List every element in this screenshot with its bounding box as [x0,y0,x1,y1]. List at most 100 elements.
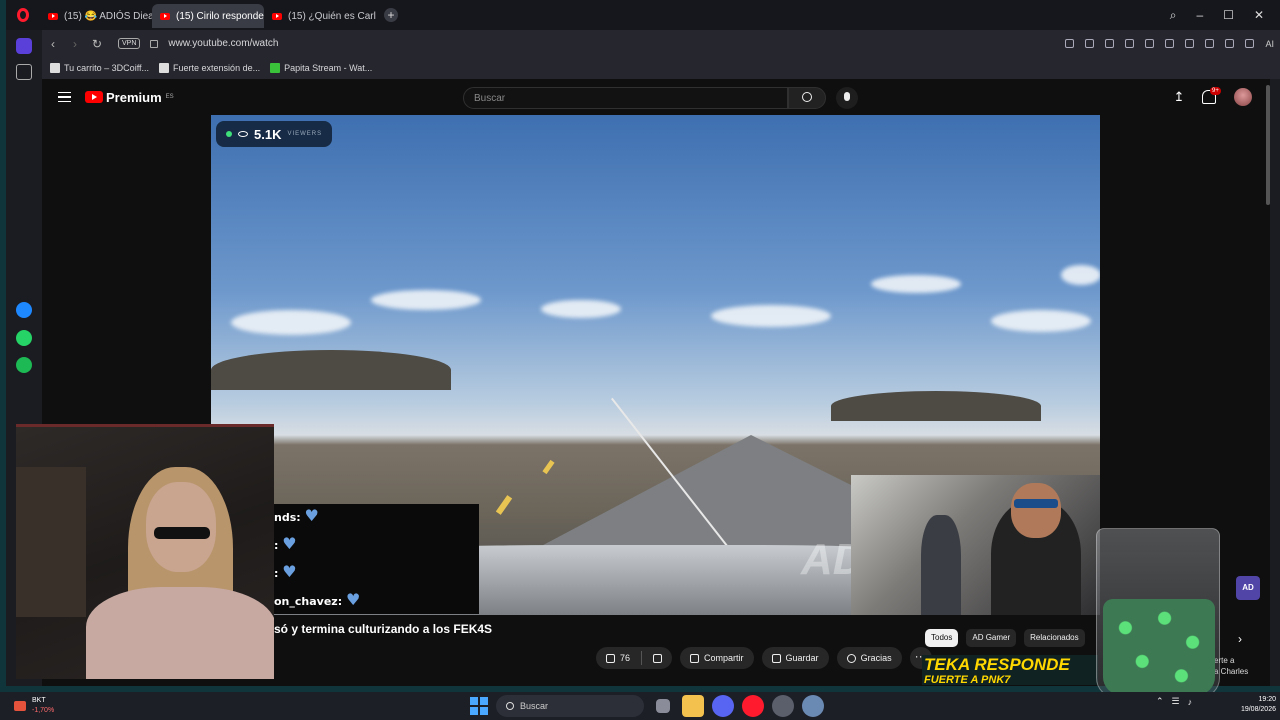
settings-gear-icon[interactable] [802,695,824,717]
thumbs-down-icon[interactable] [653,653,663,663]
channel-badge: AD [1236,576,1260,600]
chat-username: nds: [274,511,301,524]
video-content [1014,499,1058,508]
related-filter-chips: Todos AD Gamer Relacionados [925,629,1085,647]
tab-bar: (15) 😂 ADIÓS Dieals ¡FE (15) Cirilo resp… [6,0,1280,30]
search-button[interactable] [788,87,826,109]
chevron-up-icon[interactable]: ⌃ [1156,696,1164,707]
page-scrollbar[interactable] [1266,85,1270,205]
ai-button[interactable]: AI [1265,39,1274,49]
video-content [211,350,451,390]
close-button[interactable]: ✕ [1254,8,1264,23]
browser-tab[interactable]: (15) 😂 ADIÓS Dieals ¡FE [40,4,152,28]
webcam-content [86,587,274,679]
search-icon [802,92,812,102]
start-button-icon[interactable] [470,697,488,715]
profile-icon[interactable] [1225,39,1235,48]
taskbar-clock[interactable]: 19:20 19/08/2026 [1226,695,1276,715]
heart-icon[interactable] [1185,39,1195,48]
avatar[interactable] [1234,88,1252,106]
minimize-button[interactable]: – [1196,8,1203,23]
tab-title: (15) Cirilo responde a [176,10,264,22]
bookmark-item[interactable]: Papita Stream - Wat... [270,63,372,73]
messenger-icon[interactable] [16,302,32,318]
stock-chart-icon [14,701,26,711]
volume-icon[interactable]: ♪ [1188,697,1193,707]
video-content [541,300,621,318]
stock-widget[interactable]: BKT -1,70% [14,696,54,716]
chevron-right-icon[interactable]: › [1238,632,1242,646]
video-content [991,310,1091,332]
bookmark-item[interactable]: Fuerte extensión de... [159,63,260,73]
reload-button[interactable]: ↻ [86,37,108,51]
bookmark-item[interactable]: Tu carrito – 3DCoiff... [50,63,149,73]
tab-title: (15) 😂 ADIÓS Dieals ¡FE [64,10,152,22]
opera-logo-icon[interactable] [6,0,40,30]
thanks-label: Gracias [860,653,892,663]
webcam-content [154,527,210,539]
search-icon[interactable] [1065,39,1075,48]
stream-chat-overlay: nds: ♥ : ♥ : ♥ on_chavez: ♥ [274,504,479,614]
spotify-icon[interactable] [16,357,32,373]
network-icon[interactable]: ☰ [1172,696,1180,707]
youtube-logo[interactable]: Premium ES [85,90,174,105]
chat-username: : [274,567,279,580]
search-tabs-icon[interactable]: ⌕ [1170,8,1177,23]
whatsapp-icon[interactable] [16,330,32,346]
shield-icon[interactable] [1125,39,1135,48]
upload-icon[interactable]: ↥ [1172,90,1186,104]
opera-icon[interactable] [742,695,764,717]
file-explorer-icon[interactable] [682,695,704,717]
video-content [711,305,831,327]
browser-tab-active[interactable]: (15) Cirilo responde a [152,4,264,28]
thumbnail-text: TEKA RESPONDE [924,655,1070,674]
forward-button[interactable]: › [64,37,86,51]
home-icon[interactable] [16,38,32,54]
youtube-favicon-icon [160,12,170,20]
bookmarks-bar: Tu carrito – 3DCoiff... Fuerte extensión… [6,57,1280,79]
video-picture-in-picture [851,475,1100,615]
webcam-content [16,467,86,617]
thumbnail-text: FUERTE A PNK7 [924,674,1011,685]
save-button[interactable]: Guardar [761,647,829,669]
search-input[interactable]: Buscar [463,87,788,109]
thumbs-up-icon [606,653,615,663]
chip-ad-gamer[interactable]: AD Gamer [966,629,1017,647]
camera-icon[interactable] [1105,39,1115,48]
play-icon[interactable] [1145,39,1155,48]
vpn-badge[interactable]: VPN [118,38,141,49]
browser-tab[interactable]: (15) ¿Quién es Carla Camp [264,4,376,28]
discord-icon[interactable] [712,695,734,717]
voice-search-button[interactable] [836,87,858,109]
star-icon[interactable] [16,64,32,80]
menu-icon[interactable] [1205,39,1215,48]
like-button[interactable]: 76 [596,647,673,669]
notification-badge: 9+ [1210,87,1221,95]
share-label: Compartir [704,653,744,663]
download-icon[interactable] [1165,39,1175,48]
live-dot-icon [226,131,232,137]
related-video-thumbnail[interactable]: TEKA RESPONDE FUERTE A PNK7 [922,655,1098,685]
steam-icon[interactable] [772,695,794,717]
maximize-button[interactable]: ☐ [1223,8,1234,23]
edit-icon[interactable] [1085,39,1095,48]
youtube-favicon-icon [272,12,282,20]
task-view-icon[interactable] [656,699,670,713]
chip-related[interactable]: Relacionados [1024,629,1085,647]
chip-all[interactable]: Todos [925,629,959,647]
youtube-favicon-icon [48,12,58,20]
menu-icon[interactable] [58,92,71,102]
logo-text: Premium [106,89,162,105]
extension-icon[interactable] [1245,39,1255,48]
share-icon [690,653,700,663]
address-field[interactable]: www.youtube.com/watch [168,38,278,49]
back-button[interactable]: ‹ [42,37,64,51]
thanks-button[interactable]: Gracias [836,647,902,669]
new-tab-button[interactable]: + [384,8,398,22]
clock-date: 19/08/2026 [1240,706,1276,713]
search-icon [506,702,514,710]
share-button[interactable]: Compartir [680,647,754,669]
taskbar-search[interactable]: Buscar [496,695,644,717]
lock-icon[interactable] [150,39,159,48]
heart-emote-icon: ♥ [282,534,297,553]
